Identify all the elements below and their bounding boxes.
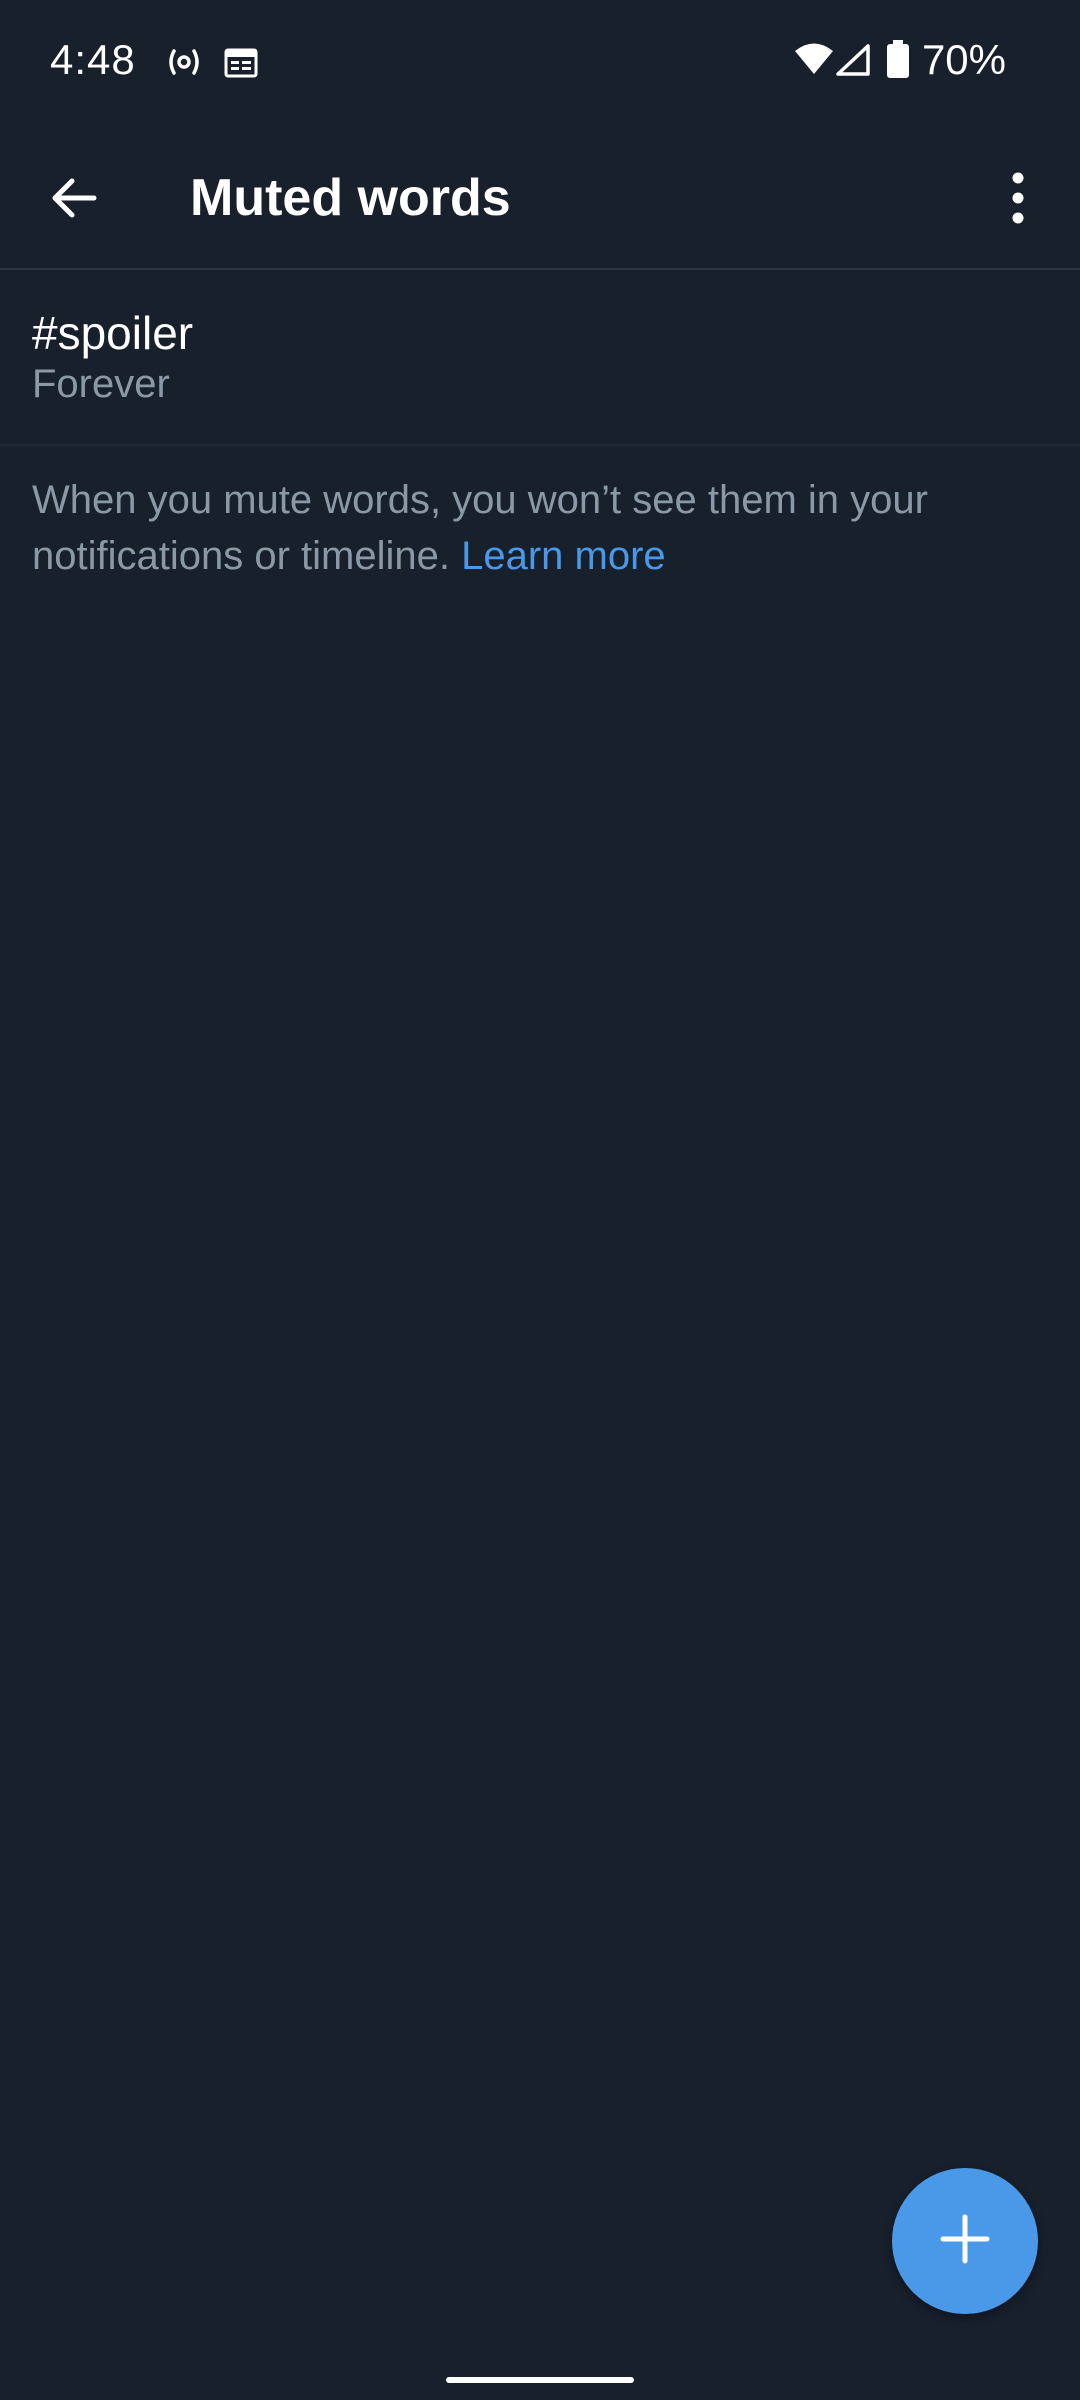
muted-words-screen: 4:48 70% Muted words #spoiler Forever Wh… [0,0,1080,2400]
gesture-nav-bar[interactable] [446,2377,634,2383]
info-text: When you mute words, you won’t see them … [32,472,1042,584]
overflow-menu-button[interactable] [976,158,1060,242]
status-bar: 4:48 70% [0,0,1080,124]
plus-icon [939,2213,991,2270]
more-vertical-icon [1011,172,1025,229]
signal-icon [836,44,870,81]
hotspot-icon [166,46,202,83]
page-title: Muted words [190,169,511,227]
add-muted-word-button[interactable] [892,2168,1038,2314]
muted-word-text: #spoiler [32,307,194,359]
wifi-icon [794,42,834,81]
muted-word-duration: Forever [32,362,170,406]
battery-percent: 70% [921,36,1006,83]
status-time: 4:48 [50,36,136,83]
divider [0,444,1080,446]
app-bar: Muted words [0,124,1080,270]
learn-more-link[interactable]: Learn more [461,534,666,578]
calendar-icon [224,46,258,83]
battery-icon [886,40,910,83]
arrow-left-icon [50,176,98,225]
back-button[interactable] [32,158,116,242]
muted-word-item[interactable]: #spoiler Forever [0,270,1080,446]
